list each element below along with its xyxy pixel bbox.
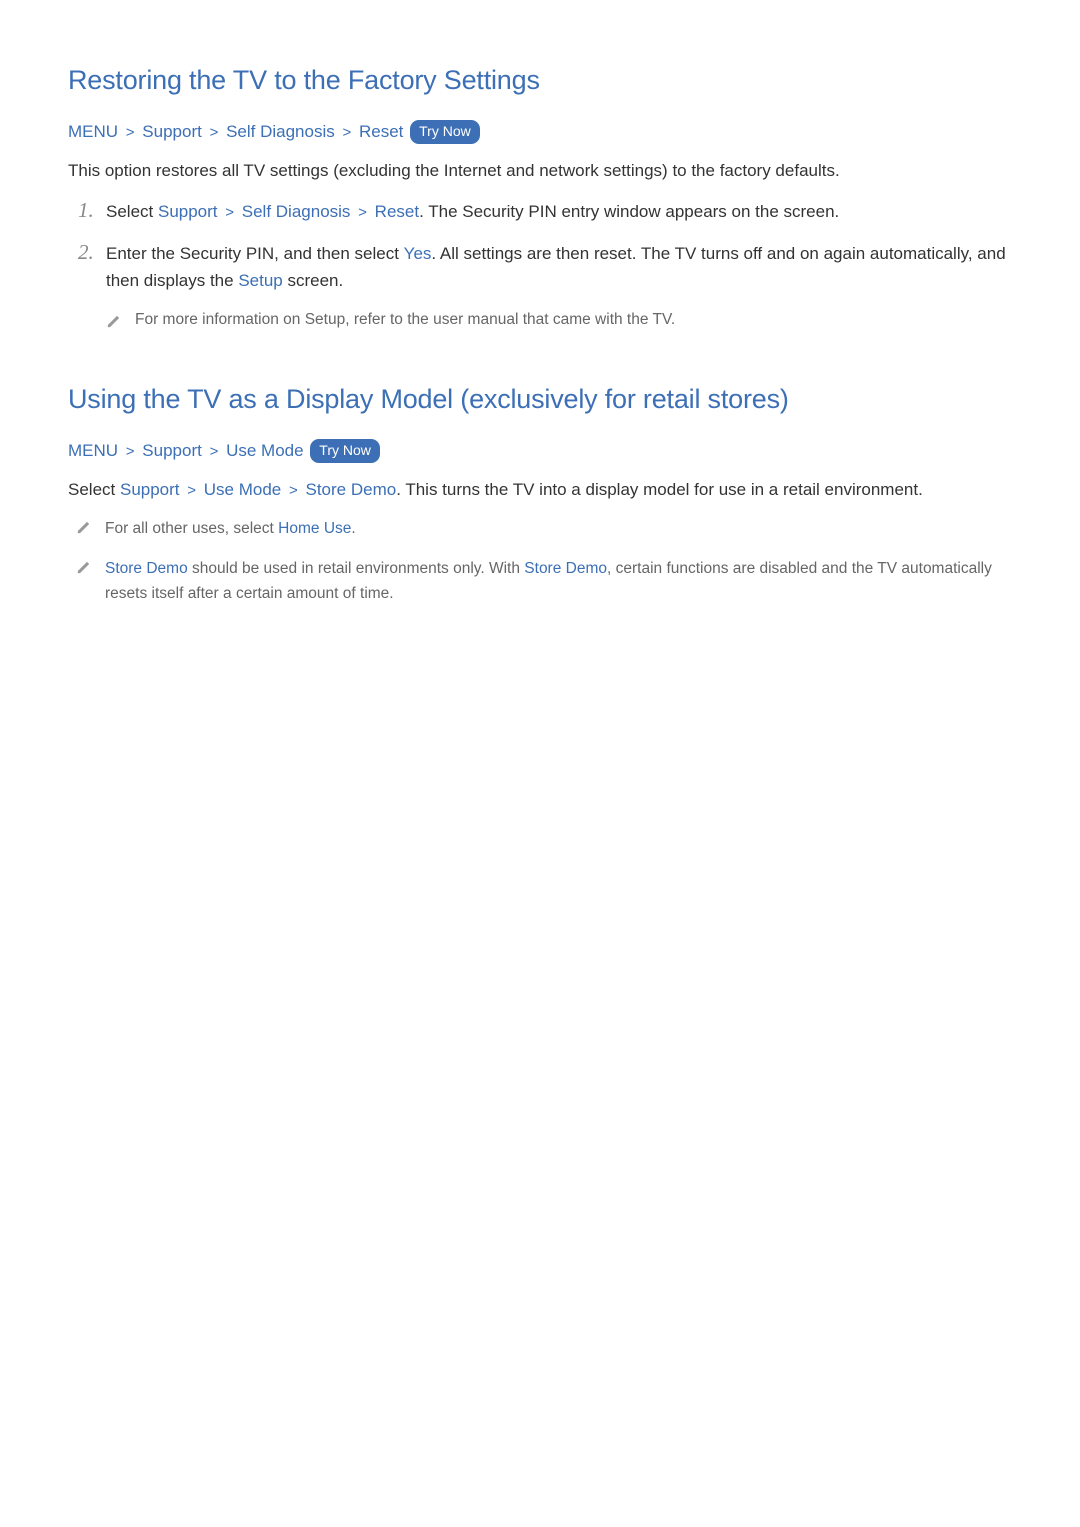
menu-path-restoring: MENU > Support > Self Diagnosis > Reset … (68, 119, 1012, 145)
path-sep: > (126, 443, 135, 460)
path-sep: > (126, 124, 135, 141)
step-number: 1. (78, 198, 106, 225)
text: . The Security PIN entry window appears … (419, 202, 839, 221)
heading-restoring: Restoring the TV to the Factory Settings (68, 60, 1012, 101)
accent-store-demo: Store Demo (105, 560, 188, 577)
step-1: 1. Select Support > Self Diagnosis > Res… (78, 198, 1012, 225)
note-store-demo: Store Demo should be used in retail envi… (76, 557, 1012, 607)
accent-setup: Setup (238, 271, 282, 290)
accent-support: Support (158, 202, 218, 221)
note-setup-info: For more information on Setup, refer to … (106, 308, 1012, 337)
try-now-badge: Try Now (310, 439, 380, 463)
pencil-icon (76, 519, 91, 543)
text: screen. (283, 271, 343, 290)
try-now-badge: Try Now (410, 120, 480, 144)
accent-use-mode: Use Mode (204, 480, 281, 499)
path-reset: Reset (359, 122, 403, 141)
path-support: Support (142, 122, 202, 141)
sep: > (187, 482, 196, 499)
path-support: Support (142, 441, 202, 460)
path-sep: > (342, 124, 351, 141)
accent-self-diagnosis: Self Diagnosis (242, 202, 351, 221)
sep: > (225, 204, 234, 221)
intro-text-display-model: Select Support > Use Mode > Store Demo. … (68, 477, 1012, 503)
note-text: Store Demo should be used in retail envi… (105, 557, 1012, 607)
step-body: Enter the Security PIN, and then select … (106, 240, 1012, 338)
step-body: Select Support > Self Diagnosis > Reset.… (106, 198, 1012, 225)
accent-support: Support (120, 480, 180, 499)
pencil-icon (106, 310, 121, 337)
text: Select (106, 202, 158, 221)
note-text: For more information on Setup, refer to … (135, 308, 675, 333)
path-self-diagnosis: Self Diagnosis (226, 122, 335, 141)
text: should be used in retail environments on… (188, 560, 525, 577)
section-restoring: Restoring the TV to the Factory Settings… (68, 60, 1012, 337)
note-home-use: For all other uses, select Home Use. (76, 517, 1012, 543)
text: Select (68, 480, 120, 499)
intro-text-restoring: This option restores all TV settings (ex… (68, 158, 1012, 184)
text: Enter the Security PIN, and then select (106, 244, 404, 263)
accent-yes: Yes (404, 244, 432, 263)
pencil-icon (76, 559, 91, 583)
menu-path-display-model: MENU > Support > Use Mode Try Now (68, 438, 1012, 464)
path-menu: MENU (68, 441, 118, 460)
accent-reset: Reset (375, 202, 419, 221)
text: . (351, 520, 355, 537)
path-menu: MENU (68, 122, 118, 141)
steps-list: 1. Select Support > Self Diagnosis > Res… (78, 198, 1012, 337)
heading-display-model: Using the TV as a Display Model (exclusi… (68, 379, 1012, 420)
sep: > (358, 204, 367, 221)
accent-home-use: Home Use (278, 520, 351, 537)
path-use-mode: Use Mode (226, 441, 303, 460)
sep: > (289, 482, 298, 499)
text: For all other uses, select (105, 520, 278, 537)
text: . This turns the TV into a display model… (396, 480, 923, 499)
section-display-model: Using the TV as a Display Model (exclusi… (68, 379, 1012, 607)
path-sep: > (210, 443, 219, 460)
accent-store-demo: Store Demo (305, 480, 396, 499)
accent-store-demo: Store Demo (524, 560, 607, 577)
step-2: 2. Enter the Security PIN, and then sele… (78, 240, 1012, 338)
path-sep: > (210, 124, 219, 141)
step-number: 2. (78, 240, 106, 338)
note-text: For all other uses, select Home Use. (105, 517, 356, 542)
